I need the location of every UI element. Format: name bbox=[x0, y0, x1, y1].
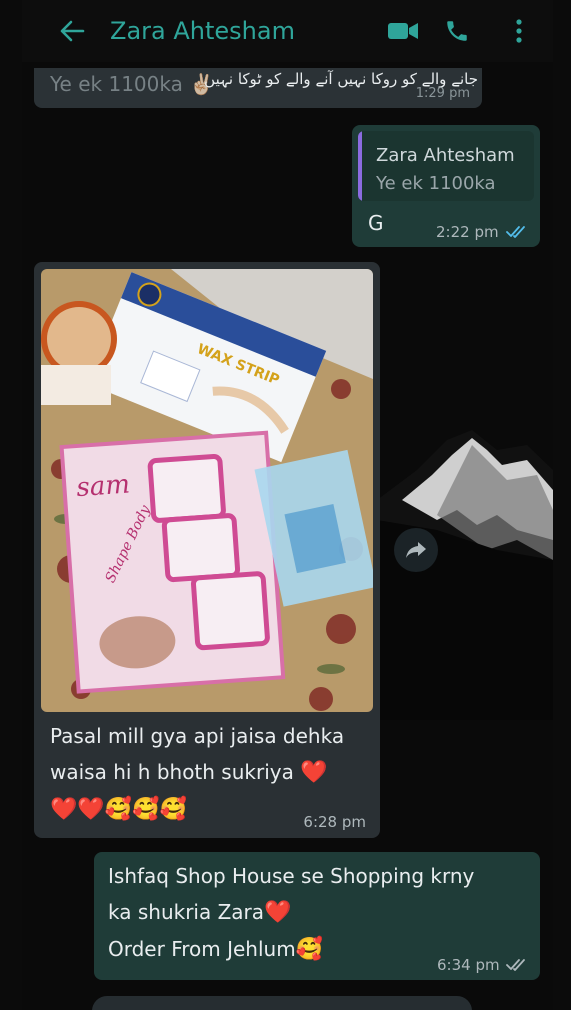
message-text: G bbox=[368, 211, 384, 235]
video-call-button[interactable] bbox=[383, 7, 423, 55]
next-message-peek[interactable] bbox=[92, 996, 472, 1010]
heart-emoji: ❤️ bbox=[264, 900, 292, 925]
video-call-icon bbox=[388, 23, 418, 39]
read-receipt-icon bbox=[506, 226, 525, 238]
delivered-receipt-icon bbox=[506, 959, 525, 971]
thanks-line-2-row: ka shukria Zara❤️ bbox=[108, 894, 528, 931]
message-outgoing-thanks[interactable]: Ishfaq Shop House se Shopping krny ka sh… bbox=[94, 852, 540, 980]
caption-line-2: waisa hi h bhoth sukriya bbox=[50, 760, 294, 784]
heart-emoji: ❤️ bbox=[300, 760, 328, 785]
message-time: 1:29 pm bbox=[415, 86, 470, 101]
message-outgoing-reply[interactable]: Zara Ahtesham Ye ek 1100ka G 2:22 pm bbox=[352, 125, 540, 247]
product-photo: WAX STRIP sam Shape Body bbox=[41, 269, 373, 712]
smiling-hearts-emoji: 🥰 bbox=[295, 937, 324, 962]
contact-name[interactable]: Zara Ahtesham bbox=[110, 17, 383, 45]
quoted-message[interactable]: Zara Ahtesham Ye ek 1100ka bbox=[358, 131, 534, 201]
thanks-line-2: ka shukria Zara bbox=[108, 900, 265, 924]
thanks-line-1: Ishfaq Shop House se Shopping krny bbox=[108, 864, 475, 888]
message-incoming-photo[interactable]: WAX STRIP sam Shape Body Pasal mill gya … bbox=[34, 262, 380, 838]
caption-line-1: Pasal mill gya api jaisa dehka bbox=[50, 724, 345, 748]
wallpaper-mountain bbox=[377, 430, 553, 720]
emoji-row: ❤️❤️🥰🥰🥰 bbox=[50, 797, 187, 822]
more-options-button[interactable] bbox=[499, 7, 539, 55]
more-options-icon bbox=[516, 19, 522, 43]
back-button[interactable] bbox=[44, 3, 100, 59]
photo-attachment[interactable]: WAX STRIP sam Shape Body bbox=[41, 269, 373, 712]
quote-accent-bar bbox=[358, 131, 362, 201]
message-time: 6:28 pm bbox=[303, 813, 366, 831]
quote-text: Ye ek 1100ka bbox=[376, 173, 496, 194]
chat-screen: Zara Ahtesham Ye ek 1100ka ✌🏻 جانے والے … bbox=[22, 0, 553, 1010]
message-incoming-quoted[interactable]: Ye ek 1100ka ✌🏻 جانے والے کو روکا نہیں آ… bbox=[34, 68, 482, 108]
forward-icon bbox=[406, 542, 426, 558]
voice-call-button[interactable] bbox=[437, 7, 477, 55]
phone-call-icon bbox=[447, 21, 467, 41]
forward-button[interactable] bbox=[394, 528, 438, 572]
quote-author: Zara Ahtesham bbox=[376, 145, 515, 166]
caption-line-2-row: waisa hi h bhoth sukriya ❤️ bbox=[50, 754, 370, 791]
thanks-line-3: Order From Jehlum bbox=[108, 937, 296, 961]
message-time: 6:34 pm bbox=[437, 956, 500, 974]
message-time: 2:22 pm bbox=[436, 223, 499, 241]
brand-label: sam bbox=[75, 469, 130, 503]
chat-header: Zara Ahtesham bbox=[22, 0, 553, 62]
photo-caption: Pasal mill gya api jaisa dehka waisa hi … bbox=[50, 718, 370, 828]
back-arrow-icon bbox=[60, 20, 85, 42]
thanks-text: Ishfaq Shop House se Shopping krny ka sh… bbox=[108, 858, 528, 968]
